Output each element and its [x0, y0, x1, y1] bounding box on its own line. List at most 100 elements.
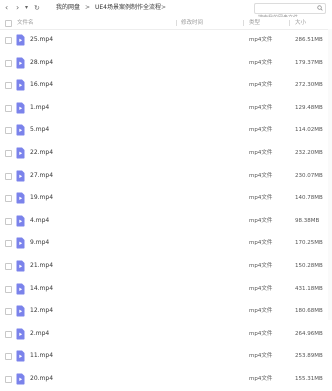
file-name[interactable]: 11.mp4	[30, 345, 53, 368]
file-type: mp4文件	[249, 172, 273, 179]
file-size: 286.51MB	[295, 37, 323, 43]
row-checkbox[interactable]	[5, 37, 12, 44]
file-name[interactable]: 9.mp4	[30, 232, 49, 255]
file-name[interactable]: 27.mp4	[30, 165, 53, 188]
file-row[interactable]: 21.mp4 mp4文件 150.28MB	[0, 255, 332, 278]
file-row[interactable]: 14.mp4 mp4文件 431.18MB	[0, 278, 332, 301]
file-row[interactable]: 1.mp4 mp4文件 129.48MB	[0, 97, 332, 120]
row-checkbox[interactable]	[5, 195, 12, 203]
row-checkbox[interactable]	[5, 82, 12, 90]
file-type: mp4文件	[249, 353, 273, 360]
breadcrumb-separator: >	[85, 4, 91, 11]
file-name[interactable]: 12.mp4	[30, 300, 53, 323]
file-row[interactable]: 11.mp4 mp4文件 253.89MB	[0, 345, 332, 368]
video-file-icon	[16, 147, 25, 159]
row-checkbox[interactable]	[5, 285, 12, 293]
row-checkbox[interactable]	[5, 308, 12, 316]
search-icon[interactable]	[317, 5, 323, 11]
column-header-size[interactable]: 大小	[295, 17, 306, 29]
file-name[interactable]: 25.mp4	[30, 29, 53, 52]
file-size: 272.30MB	[295, 82, 323, 89]
file-name[interactable]: 14.mp4	[30, 278, 53, 301]
file-size: 155.31MB	[295, 376, 323, 382]
file-name[interactable]: 28.mp4	[30, 52, 53, 75]
row-checkbox[interactable]	[5, 376, 12, 383]
file-type: mp4文件	[249, 376, 273, 382]
video-file-icon	[16, 373, 25, 385]
file-type: mp4文件	[249, 263, 273, 269]
video-file-icon	[16, 79, 25, 91]
file-name[interactable]: 4.mp4	[30, 210, 49, 233]
row-checkbox[interactable]	[5, 150, 12, 157]
file-row[interactable]: 28.mp4 mp4文件 179.37MB	[0, 52, 332, 75]
video-file-icon	[16, 124, 25, 136]
file-name[interactable]: 1.mp4	[30, 97, 49, 120]
video-file-icon	[16, 350, 25, 362]
file-name[interactable]: 5.mp4	[30, 119, 49, 142]
video-file-icon	[16, 328, 25, 340]
back-arrow-icon[interactable]: ‹	[5, 2, 8, 14]
breadcrumb-current[interactable]: UE4场景案例制作全流程	[95, 2, 161, 14]
file-size: 170.25MB	[295, 240, 323, 247]
file-row[interactable]: 25.mp4 mp4文件 286.51MB	[0, 29, 332, 52]
forward-arrow-icon[interactable]: ›	[16, 2, 19, 14]
file-size: 179.37MB	[295, 59, 323, 66]
file-row[interactable]: 4.mp4 mp4文件 98.38MB	[0, 210, 332, 233]
file-size: 150.28MB	[295, 263, 323, 269]
file-row[interactable]: 9.mp4 mp4文件 170.25MB	[0, 232, 332, 255]
file-size: 140.78MB	[295, 195, 323, 202]
vertical-scrollbar[interactable]	[328, 29, 332, 320]
file-type: mp4文件	[249, 150, 273, 156]
column-divider[interactable]	[176, 20, 177, 26]
column-divider[interactable]	[289, 20, 290, 26]
file-type: mp4文件	[249, 104, 273, 111]
row-checkbox[interactable]	[5, 263, 12, 270]
file-size: 232.20MB	[295, 150, 323, 156]
row-checkbox[interactable]	[5, 240, 12, 248]
column-header-type[interactable]: 类型	[249, 17, 260, 29]
row-checkbox[interactable]	[5, 330, 12, 338]
file-row[interactable]: 2.mp4 mp4文件 264.96MB	[0, 323, 332, 346]
video-file-icon	[16, 305, 25, 317]
file-name[interactable]: 19.mp4	[30, 187, 53, 210]
file-row[interactable]: 16.mp4 mp4文件 272.30MB	[0, 74, 332, 97]
file-size: 230.07MB	[295, 172, 323, 179]
file-type: mp4文件	[249, 37, 273, 43]
file-row[interactable]: 27.mp4 mp4文件 230.07MB	[0, 165, 332, 188]
file-name[interactable]: 2.mp4	[30, 323, 49, 346]
file-row[interactable]: 12.mp4 mp4文件 180.68MB	[0, 300, 332, 323]
file-name[interactable]: 22.mp4	[30, 142, 53, 165]
video-file-icon	[16, 170, 25, 182]
video-file-icon	[16, 34, 25, 46]
file-name[interactable]: 16.mp4	[30, 74, 53, 97]
file-size: 264.96MB	[295, 330, 323, 337]
file-row[interactable]: 22.mp4 mp4文件 232.20MB	[0, 142, 332, 165]
row-checkbox[interactable]	[5, 353, 12, 361]
column-divider[interactable]	[243, 20, 244, 26]
row-checkbox[interactable]	[5, 172, 12, 180]
file-name[interactable]: 20.mp4	[30, 368, 53, 391]
row-checkbox[interactable]	[5, 59, 12, 67]
video-file-icon	[16, 283, 25, 295]
video-file-icon	[16, 237, 25, 249]
file-type: mp4文件	[249, 330, 273, 337]
select-all-checkbox[interactable]	[5, 19, 12, 27]
file-size: 114.02MB	[295, 127, 323, 134]
video-file-icon	[16, 192, 25, 204]
history-dropdown-icon[interactable]: ▾	[25, 2, 28, 14]
column-header-name[interactable]: 文件名	[17, 17, 34, 29]
toolbar: ‹ › ▾ ↻ 我的网盘 > UE4场景案例制作全流程 >	[0, 0, 332, 23]
file-name[interactable]: 21.mp4	[30, 255, 53, 278]
column-header-modified[interactable]: 修改时间	[181, 17, 203, 29]
row-checkbox[interactable]	[5, 127, 12, 135]
video-file-icon	[16, 57, 25, 69]
file-row[interactable]: 19.mp4 mp4文件 140.78MB	[0, 187, 332, 210]
file-row[interactable]: 20.mp4 mp4文件 155.31MB	[0, 368, 332, 391]
row-checkbox[interactable]	[5, 217, 12, 225]
refresh-icon[interactable]: ↻	[34, 2, 40, 14]
breadcrumb-root[interactable]: 我的网盘	[56, 2, 80, 14]
file-row[interactable]: 5.mp4 mp4文件 114.02MB	[0, 119, 332, 142]
row-checkbox[interactable]	[5, 104, 12, 112]
breadcrumb-separator: >	[161, 4, 167, 11]
file-size: 129.48MB	[295, 104, 323, 111]
